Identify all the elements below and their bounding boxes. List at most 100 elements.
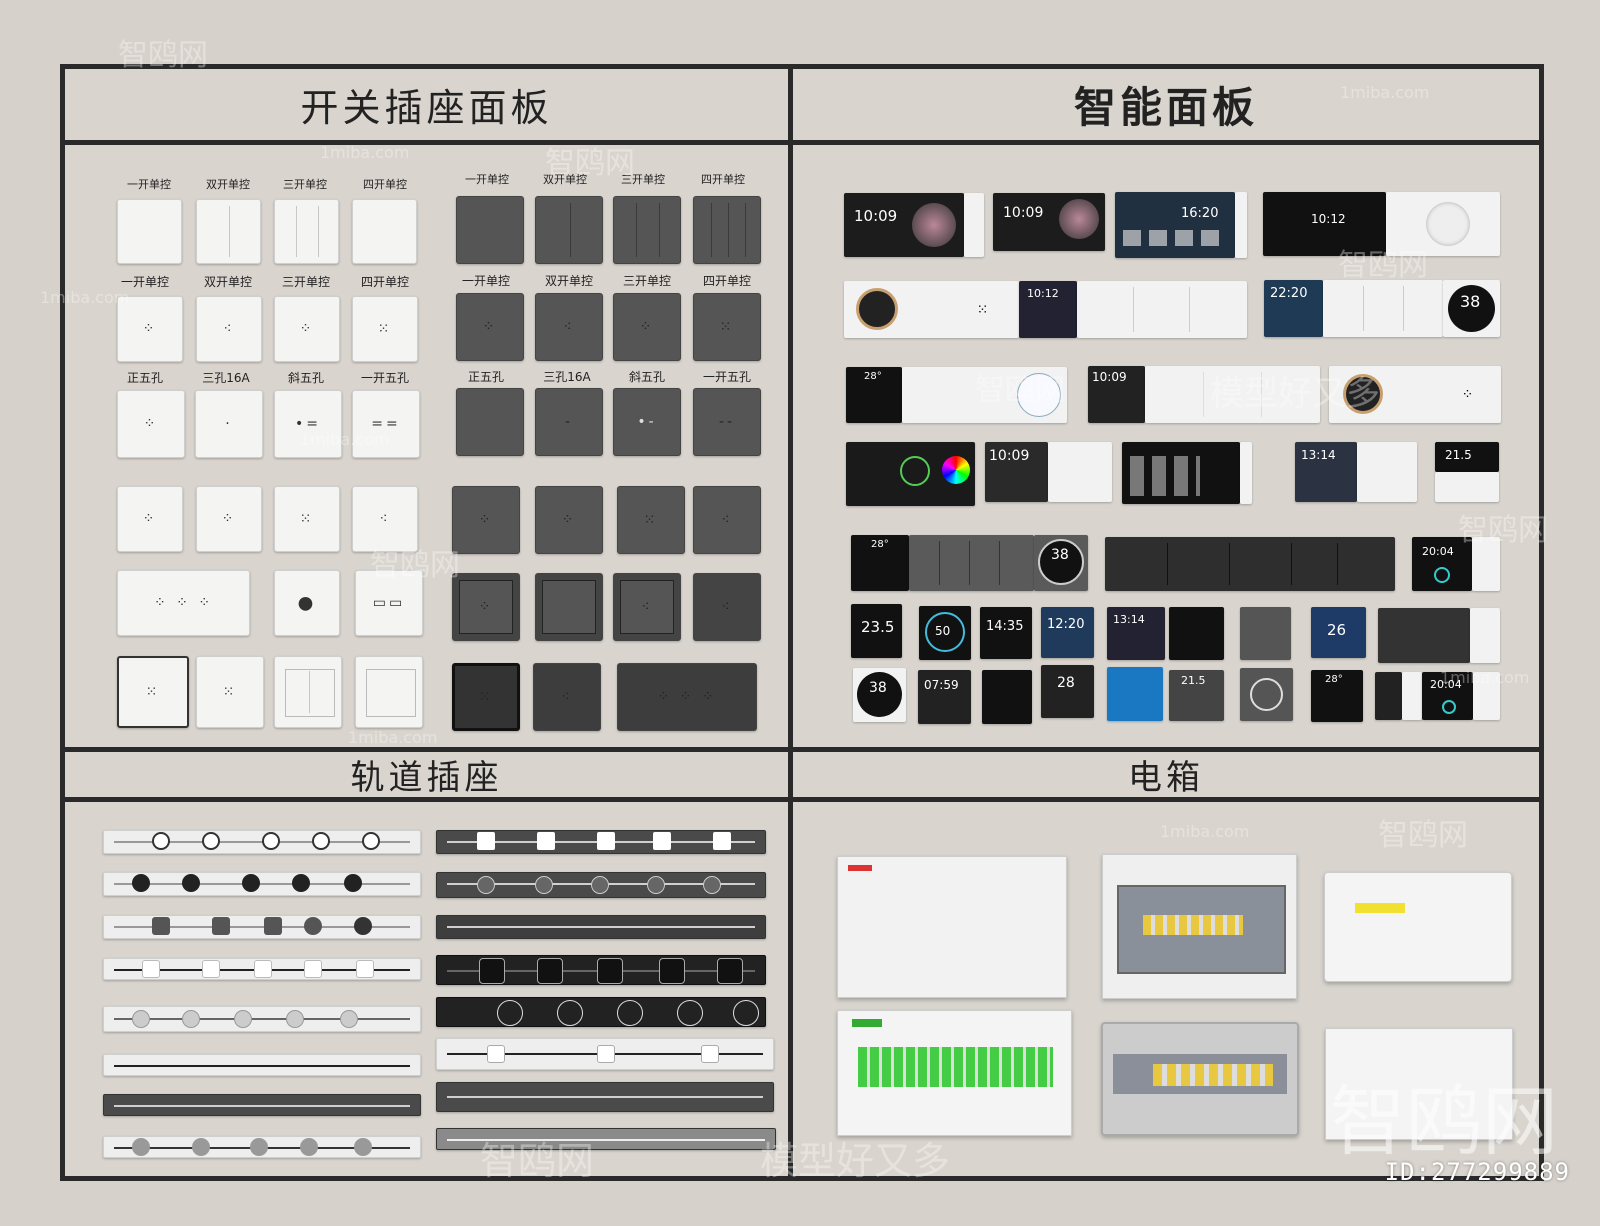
smart-panel: 10:09 [985, 442, 1048, 502]
switch-label: 四开单控 [360, 275, 409, 289]
track-socket-grey-slim [436, 1128, 776, 1150]
track-socket-white-round [103, 1136, 421, 1158]
switch-three-gang-white [274, 199, 339, 264]
socket-triple-dark: ⁘ ⁘ ⁘ [617, 663, 757, 731]
panel-temp: 28° [864, 371, 882, 382]
switch-label: 三开单控 [622, 274, 671, 288]
socket-switch-white: ⁘ [274, 296, 340, 362]
track-socket-white-minimal [103, 1054, 421, 1076]
smart-panel: 28° [846, 367, 902, 423]
smart-panel-strip: ⁘ [1329, 366, 1501, 423]
switch-four-gang-white [352, 199, 417, 264]
switch-label: 一开单控 [465, 173, 509, 186]
track-socket-white-wide [436, 1038, 774, 1070]
socket-dark-large: ⁙ [452, 663, 520, 731]
switch-label: 四开单控 [702, 274, 751, 288]
socket-dark-framed: ⁘ [452, 573, 520, 641]
divider-bottom-header [60, 797, 1544, 802]
smart-panel [1375, 672, 1402, 720]
electric-box-open-breakers [1101, 1022, 1299, 1136]
smart-panel-scenes [1122, 442, 1240, 504]
smart-panel-knob: 50 [919, 606, 971, 660]
smart-panel-strip [1357, 442, 1417, 502]
switch-two-gang-dark [535, 196, 603, 264]
smart-panel [1169, 607, 1224, 660]
switch-label: 双开单控 [206, 178, 250, 191]
panel-temp: 38 [869, 680, 887, 696]
switch-double-white [274, 656, 342, 728]
socket-five-hole-white: ⁘ [117, 390, 185, 458]
smart-panel: 10:09 [844, 193, 964, 257]
smart-panel: 28 [1041, 665, 1094, 718]
smart-panel [1378, 608, 1470, 663]
socket-label: 斜五孔 [287, 371, 324, 385]
panel-temp: 23.5 [861, 618, 895, 636]
switch-label: 双开单控 [203, 275, 252, 289]
switch-two-gang-white [196, 199, 261, 264]
panel-time: 10:09 [854, 207, 898, 225]
switch-single-white [355, 656, 423, 728]
panel-temp: 21.5 [1181, 674, 1206, 687]
socket-data-white: ▭▭ [355, 570, 423, 636]
track-socket-black-square [436, 955, 766, 985]
smart-panel: 16:20 [1115, 192, 1235, 258]
socket-label: 一开五孔 [360, 371, 409, 385]
smart-panel-strip [1402, 672, 1422, 720]
electric-box-white-closed [837, 856, 1067, 998]
smart-panel-strip [1145, 366, 1320, 423]
track-socket-white [103, 830, 421, 854]
smart-panel: 14:35 [980, 607, 1032, 659]
switch-label: 三开单控 [281, 275, 330, 289]
track-socket-grey-flat [436, 915, 766, 939]
socket-label: 三孔16A [202, 371, 250, 385]
panel-time: 20:04 [1430, 678, 1462, 691]
smart-panel-strip [902, 367, 1067, 423]
panel-time: 13:14 [1113, 613, 1145, 626]
track-socket-grey [103, 1094, 421, 1116]
track-socket-grey-round [436, 872, 766, 898]
smart-panel-colorwheel [846, 442, 975, 506]
socket-dark: ⁘ [535, 486, 603, 554]
switch-label: 四开单控 [701, 173, 745, 186]
track-socket-white-grey-knobs [103, 1006, 421, 1032]
socket-white: ⁘ [196, 486, 262, 552]
smart-panel-knob: 38 [1034, 535, 1088, 591]
smart-panel-strip [1077, 281, 1247, 338]
smart-panel: 23.5 [851, 604, 902, 658]
socket-switch-five-white: == [352, 390, 420, 458]
smart-panel: 10:12 [1263, 192, 1386, 256]
socket-label: 斜五孔 [628, 370, 665, 384]
socket-triple-white: ⁘ ⁘ ⁘ [117, 570, 250, 636]
section-title-smart: 智能面板 [1073, 83, 1258, 132]
smart-panel-knob: 38 [853, 668, 906, 722]
smart-panel-strip [1323, 280, 1443, 337]
socket-switch-dark: ⁘ [613, 293, 681, 361]
switch-three-gang-dark [613, 196, 681, 264]
panel-time: 13:14 [1301, 448, 1336, 462]
socket-switch-five-dark: -- [693, 388, 761, 456]
switch-label: 双开单控 [544, 274, 593, 288]
smart-panel-strip [1470, 608, 1500, 663]
switch-label: 一开单控 [120, 275, 169, 289]
panel-time: 10:09 [1092, 370, 1127, 384]
socket-dark: ⁘ [452, 486, 520, 554]
panel-temp: 28° [1325, 674, 1343, 685]
panel-temp: 26 [1327, 621, 1347, 639]
socket-label: 正五孔 [126, 371, 163, 385]
track-socket-white-dark-knobs [103, 872, 421, 896]
socket-dark-framed [535, 573, 603, 641]
section-title-track: 轨道插座 [350, 758, 503, 798]
track-socket-grey-wide [436, 1082, 774, 1112]
smart-panel: 21.5 [1435, 442, 1499, 472]
smart-panel: 10:09 [1088, 366, 1145, 423]
smart-panel [982, 670, 1032, 724]
socket-white: ⁖ [352, 486, 418, 552]
panel-time: 07:59 [924, 678, 959, 692]
smart-panel-strip-dark [1105, 537, 1395, 591]
switch-one-gang-dark [456, 196, 524, 264]
socket-switch-dark: ⁘ [456, 293, 524, 361]
smart-panel: 10:09 [993, 193, 1105, 251]
smart-panel: 20:04 [1422, 672, 1473, 720]
switch-four-gang-dark [693, 196, 761, 264]
panel-time: 10:09 [989, 448, 1030, 464]
